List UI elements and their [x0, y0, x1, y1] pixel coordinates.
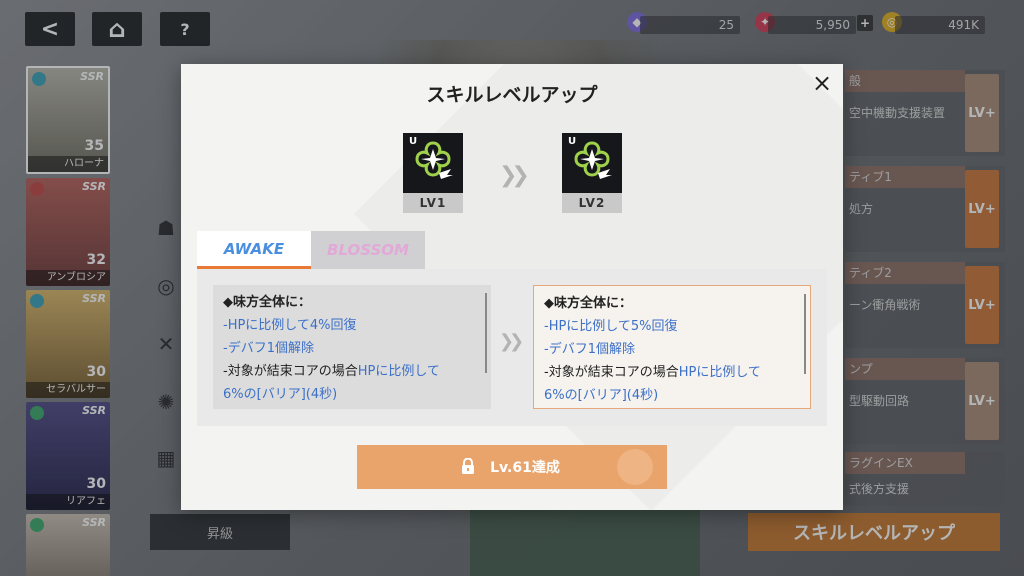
skill-levelup-dialog: スキルレベルアップ × U LV1 ❯❯ U LV2 AWAKE BLOSSOM — [181, 64, 843, 510]
scrollbar[interactable] — [804, 294, 806, 374]
effect-heading: ◆味方全体に： — [544, 296, 632, 311]
effect-heading: ◆味方全体に： — [223, 295, 311, 310]
skill-next: U LV2 — [562, 133, 622, 213]
effect-line: HPに比例して — [357, 364, 440, 379]
skill-badge: U — [568, 136, 577, 147]
double-chevron-icon: ❯❯ — [499, 163, 530, 188]
level-requirement-button[interactable]: Lv.61達成 — [357, 445, 667, 489]
next-effect-box[interactable]: ◆味方全体に： -HPに比例して5%回復 -デバフ1個解除 -対象が結束コアの場… — [533, 285, 811, 409]
effect-line: 6%の[バリア](4秒) — [223, 387, 338, 402]
close-button[interactable]: × — [809, 70, 835, 96]
dialog-title: スキルレベルアップ — [426, 84, 598, 106]
tab-blossom[interactable]: BLOSSOM — [311, 231, 425, 269]
effect-line: 6%の[バリア](4秒) — [544, 388, 659, 403]
skill-level-from: LV1 — [403, 193, 463, 213]
effect-line: -HPに比例して4%回復 — [223, 318, 357, 333]
effect-line: -デバフ1個解除 — [544, 342, 635, 357]
current-effect-box[interactable]: ◆味方全体に： -HPに比例して4%回復 -デバフ1個解除 -対象が結束コアの場… — [213, 285, 491, 409]
skill-level-to: LV2 — [562, 193, 622, 213]
effect-line: -デバフ1個解除 — [223, 341, 314, 356]
scrollbar[interactable] — [485, 293, 487, 373]
skill-current: U LV1 — [403, 133, 463, 213]
arrow-up-icon — [617, 449, 653, 485]
effect-line: -HPに比例して5%回復 — [544, 319, 678, 334]
skill-icon: U — [403, 133, 463, 193]
level-requirement-label: Lv.61達成 — [490, 460, 560, 476]
skill-icon: U — [562, 133, 622, 193]
tab-awake[interactable]: AWAKE — [197, 231, 311, 269]
double-chevron-icon: ❯❯ — [499, 331, 524, 352]
skill-badge: U — [409, 136, 418, 147]
effect-line: -対象が結束コアの場合 — [223, 364, 358, 379]
skill-description-panel: ◆味方全体に： -HPに比例して4%回復 -デバフ1個解除 -対象が結束コアの場… — [197, 269, 827, 426]
effect-line: -対象が結束コアの場合 — [544, 365, 679, 380]
effect-line: HPに比例して — [678, 365, 761, 380]
lock-icon — [462, 458, 474, 474]
